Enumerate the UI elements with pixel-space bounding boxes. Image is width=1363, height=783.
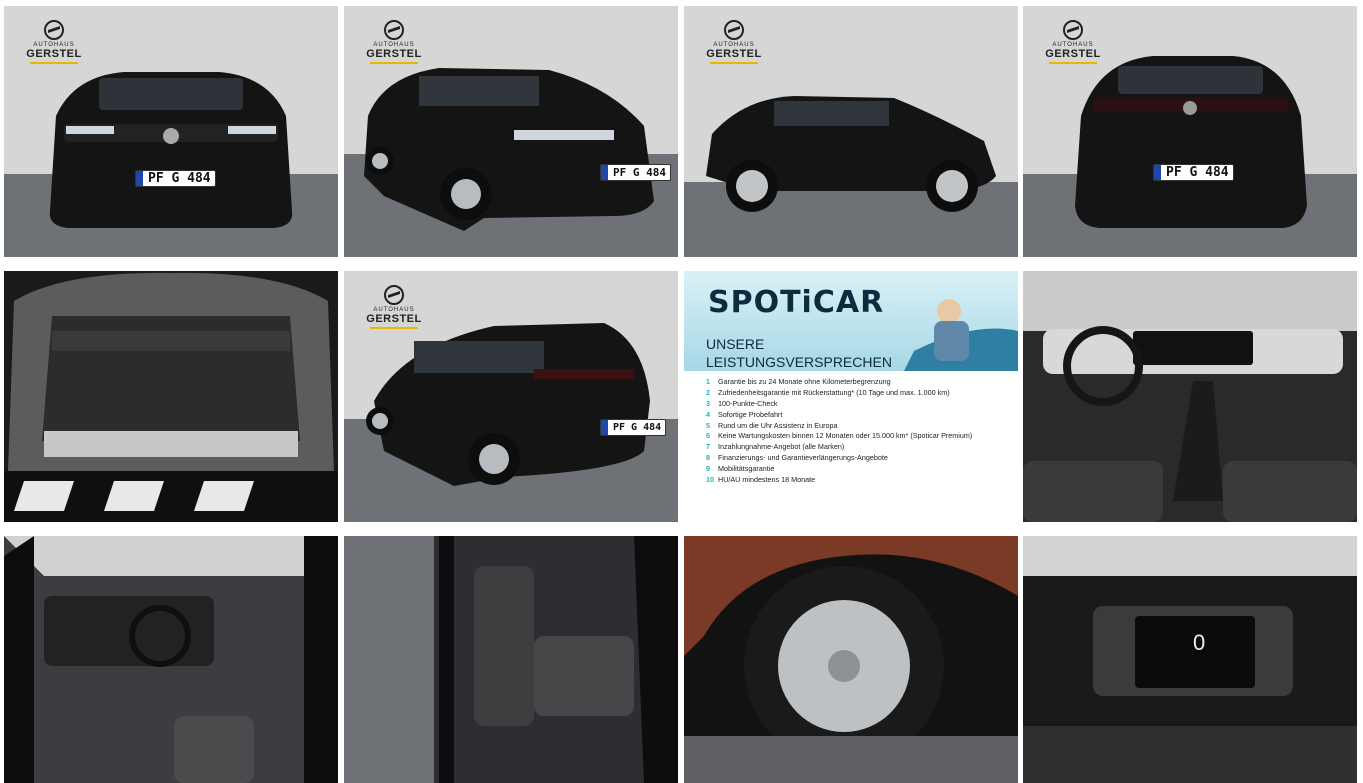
photo-gallery: AUTOHAUS GERSTEL PF G 484 AUTOHAUS GERST… (0, 0, 1363, 783)
gallery-image-spoticar[interactable]: SPOTiCAR UNSERE LEISTUNGSVERSPRECHEN 1 Ga… (684, 271, 1018, 522)
opel-emblem-icon (1063, 20, 1083, 40)
spoticar-promise-item: 1 Garantie bis zu 24 Monate ohne Kilomete… (706, 377, 972, 388)
gallery-image-instrument-cluster[interactable]: 0 (1023, 536, 1357, 783)
gallery-image-rear-door[interactable] (344, 536, 678, 783)
spoticar-promise-number: 1 (706, 377, 710, 386)
spoticar-promise-number: 5 (706, 420, 710, 430)
spoticar-promise-text: Keine Wartungskosten binnen 12 Monaten o… (718, 431, 973, 441)
opel-emblem-icon (724, 20, 744, 40)
gallery-image-rear[interactable]: AUTOHAUS GERSTEL PF G 484 (1023, 6, 1357, 257)
license-plate: PF G 484 (600, 164, 671, 181)
spoticar-promise-item: 8 Finanzierungs- und Garantieverlängerung… (706, 453, 972, 464)
license-plate: PF G 484 (1153, 164, 1234, 181)
opel-emblem-icon (384, 20, 404, 40)
spoticar-promise-list: 1 Garantie bis zu 24 Monate ohne Kilomete… (706, 377, 972, 486)
spoticar-promise-text: Garantie bis zu 24 Monate ohne Kilometer… (718, 377, 891, 386)
spoticar-promise-number: 9 (706, 464, 710, 474)
spoticar-promise-number: 4 (706, 409, 710, 419)
gallery-image-trunk[interactable] (4, 271, 338, 522)
gallery-image-front[interactable]: AUTOHAUS GERSTEL PF G 484 (4, 6, 338, 257)
spoticar-promise-text: HU/AU mindestens 18 Monate (718, 475, 816, 485)
spoticar-promise-text: Zufriedenheitsgarantie mit Rückerstattun… (718, 387, 950, 397)
gallery-image-side[interactable]: AUTOHAUS GERSTEL (684, 6, 1018, 257)
cockpit-photo (1023, 271, 1357, 522)
spoticar-logo: SPOTiCAR (708, 285, 885, 320)
speed-readout: 0 (1193, 630, 1206, 655)
spoticar-promise-number: 10 (706, 475, 714, 485)
opel-emblem-icon (44, 20, 64, 40)
license-plate: PF G 484 (135, 170, 216, 187)
spoticar-promise-number: 8 (706, 453, 710, 463)
spoticar-promise-text: 100-Punkte-Check (718, 398, 778, 408)
spoticar-promise-item: 7 Inzahlungnahme-Angebot (alle Marken) (706, 442, 972, 453)
gallery-image-rear-three-quarter[interactable]: AUTOHAUS GERSTEL PF G 484 (344, 271, 678, 522)
wheel-photo (684, 536, 1018, 783)
spoticar-promise-text: Finanzierungs- und Garantieverlängerungs… (718, 453, 888, 463)
gallery-image-cockpit[interactable] (1023, 271, 1357, 522)
spoticar-promise-item: 9 Mobilitätsgarantie (706, 464, 972, 475)
spoticar-promise-item: 10 HU/AU mindestens 18 Monate (706, 475, 972, 486)
spoticar-promise-item: 6 Keine Wartungskosten binnen 12 Monaten … (706, 431, 972, 442)
license-plate: PF G 484 (600, 419, 667, 436)
dealer-logo: AUTOHAUS GERSTEL (704, 20, 764, 64)
spoticar-promise-item: 5 Rund um die Uhr Assistenz in Europa (706, 421, 972, 432)
gallery-image-wheel[interactable] (684, 536, 1018, 783)
dealer-logo: AUTOHAUS GERSTEL (1043, 20, 1103, 64)
instrument-cluster-photo (1023, 536, 1357, 783)
dealer-logo: AUTOHAUS GERSTEL (24, 20, 84, 64)
gallery-image-driver-door[interactable] (4, 536, 338, 783)
spoticar-promise-number: 7 (706, 442, 710, 452)
spoticar-headline: UNSERE LEISTUNGSVERSPRECHEN (706, 336, 892, 370)
spoticar-promise-text: Inzahlungnahme-Angebot (alle Marken) (718, 442, 845, 452)
spoticar-promise-text: Rund um die Uhr Assistenz in Europa (718, 420, 838, 430)
spoticar-promise-item: 2 Zufriedenheitsgarantie mit Rückerstattu… (706, 388, 972, 399)
rear-door-photo (344, 536, 678, 783)
spoticar-promise-text: Sofortige Probefahrt (718, 409, 783, 419)
spoticar-promise-text: Mobilitätsgarantie (718, 464, 775, 474)
opel-emblem-icon (384, 285, 404, 305)
spoticar-promise-number: 3 (706, 398, 710, 408)
gallery-image-front-three-quarter[interactable]: AUTOHAUS GERSTEL PF G 484 (344, 6, 678, 257)
spoticar-promise-item: 4 Sofortige Probefahrt (706, 410, 972, 421)
spoticar-promise-number: 6 (706, 431, 710, 441)
dealer-logo: AUTOHAUS GERSTEL (364, 20, 424, 64)
spoticar-promise-number: 2 (706, 387, 710, 397)
trunk-photo (4, 271, 338, 522)
spoticar-promise-item: 3 100-Punkte-Check (706, 399, 972, 410)
driver-door-photo (4, 536, 338, 783)
dealer-logo: AUTOHAUS GERSTEL (364, 285, 424, 329)
